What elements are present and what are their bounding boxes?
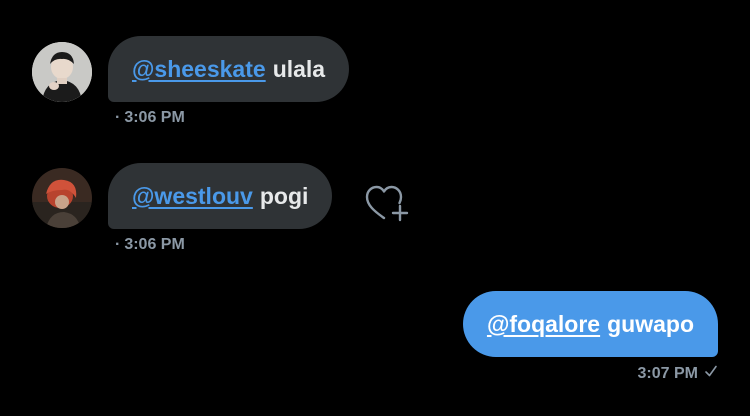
timestamp-text: 3:06 PM [124, 236, 185, 253]
mention-link[interactable]: @sheeskate [132, 56, 266, 83]
timestamp-separator: · [115, 236, 121, 253]
add-reaction-button[interactable] [364, 184, 410, 224]
message-bubble[interactable]: @foqalore guwapo [462, 291, 718, 357]
message-timestamp: · 3:06 PM [115, 109, 185, 127]
sender-avatar[interactable] [32, 168, 92, 228]
sender-avatar[interactable] [32, 42, 92, 102]
message-bubble[interactable]: @sheeskate ulala [108, 36, 350, 102]
add-reaction-heart-icon [365, 185, 409, 222]
timestamp-text: 3:06 PM [124, 109, 185, 126]
timestamp-text: 3:07 PM [637, 364, 698, 382]
message-timestamp: 3:07 PM [638, 364, 718, 383]
mention-link[interactable]: @foqalore [487, 311, 600, 338]
mention-link[interactable]: @westlouv [132, 183, 253, 210]
message-text: guwapo [607, 310, 694, 337]
message-text: pogi [259, 182, 309, 209]
sent-check-icon [704, 364, 718, 383]
avatar-photo [32, 168, 92, 228]
message-bubble[interactable]: @westlouv pogi [108, 163, 333, 229]
timestamp-separator: · [115, 109, 121, 126]
avatar-photo [32, 42, 92, 102]
message-text: ulala [272, 55, 326, 82]
message-timestamp: · 3:06 PM [115, 236, 185, 254]
